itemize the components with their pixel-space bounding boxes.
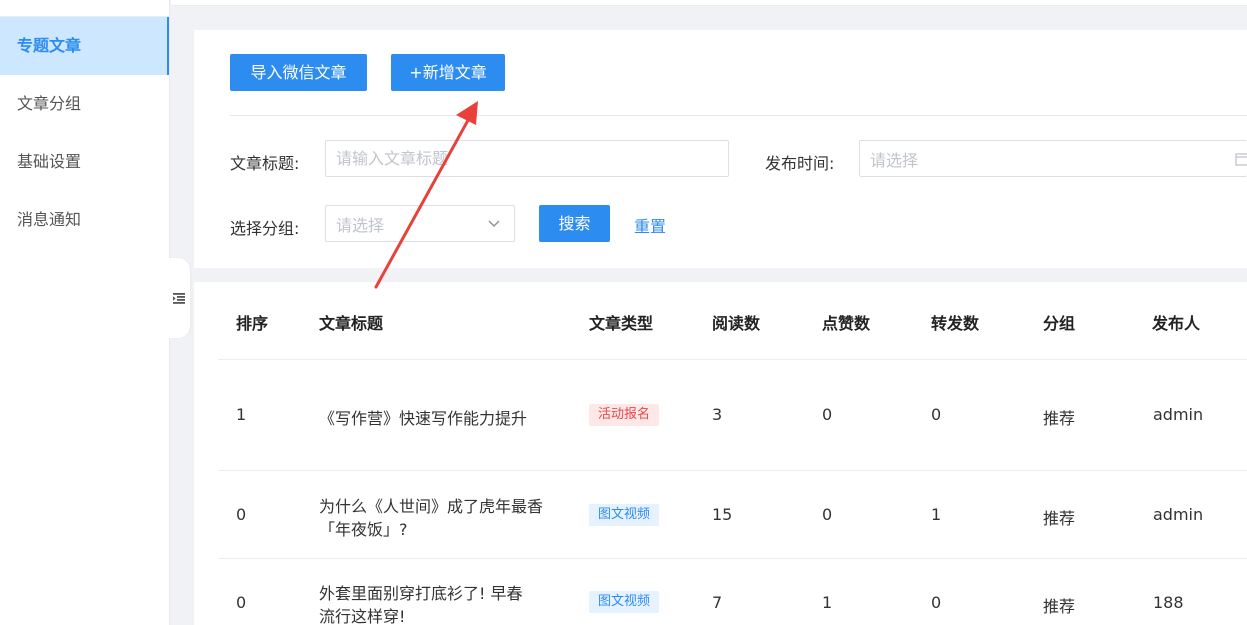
sidebar-item-basic-settings[interactable]: 基础设置 [0,133,169,191]
publish-time-picker[interactable]: 请选择 [859,140,1247,177]
cell-reads: 7 [712,593,723,612]
filter-card: 导入微信文章 +新增文章 文章标题: 发布时间: 请选择 选择分组: 请选择 搜… [194,30,1247,268]
table-row[interactable]: 0 为什么《人世间》成了虎年最香 「年夜饭」? 图文视频 15 0 1 推荐 a… [218,471,1247,559]
cell-shares: 1 [931,505,942,524]
article-title-label: 文章标题: [230,154,300,173]
cell-title-line-1[interactable]: 为什么《人世间》成了虎年最香 [319,493,543,517]
cell-group: 推荐 [1043,409,1076,428]
cell-group: 推荐 [1043,597,1076,616]
header-type: 文章类型 [589,314,654,333]
header-reads: 阅读数 [712,314,761,333]
sidebar-item-topic-articles[interactable]: 专题文章 [0,17,169,75]
sidebar-item-article-groups[interactable]: 文章分组 [0,75,169,133]
search-button[interactable]: 搜索 [539,205,610,242]
reset-link[interactable]: 重置 [634,213,666,237]
header-group: 分组 [1043,314,1076,333]
header-order: 排序 [236,314,269,333]
import-wechat-article-button[interactable]: 导入微信文章 [230,54,367,91]
sidebar-item-notifications[interactable]: 消息通知 [0,191,169,249]
cell-title[interactable]: 《写作营》快速写作能力提升 [319,405,527,429]
cell-shares: 0 [931,405,942,424]
cell-reads: 3 [712,405,723,424]
cell-publisher: admin [1153,505,1204,524]
type-tag: 活动报名 [589,404,660,426]
calendar-icon [1235,153,1247,166]
cell-order: 0 [236,505,247,524]
cell-publisher: admin [1153,405,1204,424]
header-likes: 点赞数 [822,314,871,333]
cell-order: 0 [236,593,247,612]
table-row[interactable]: 1 《写作营》快速写作能力提升 活动报名 3 0 0 推荐 admin [218,360,1247,471]
cell-likes: 0 [822,405,833,424]
type-tag: 图文视频 [589,504,660,526]
cell-shares: 0 [931,593,942,612]
sidebar-collapse-toggle[interactable] [168,258,190,338]
annotation-arrow-icon [374,101,478,289]
top-bar [171,0,1247,6]
cell-title-line-1[interactable]: 外套里面别穿打底衫了! 早春 [319,580,523,604]
header-publisher: 发布人 [1152,314,1201,333]
sidebar-header [0,0,169,17]
header-shares: 转发数 [931,314,980,333]
indent-icon [173,292,185,304]
sidebar: 专题文章 文章分组 基础设置 消息通知 [0,0,170,625]
cell-order: 1 [236,405,247,424]
table-row[interactable]: 0 外套里面别穿打底衫了! 早春 流行这样穿! 图文视频 7 1 0 推荐 18… [218,559,1247,625]
type-tag: 图文视频 [589,591,660,613]
cell-reads: 15 [712,505,733,524]
cell-title-line-2[interactable]: 「年夜饭」? [319,516,408,540]
select-group-label: 选择分组: [230,219,300,238]
cell-title-line-2[interactable]: 流行这样穿! [319,603,405,625]
publish-time-placeholder: 请选择 [870,150,919,170]
header-title: 文章标题 [319,314,384,333]
cell-likes: 1 [822,593,833,612]
cell-group: 推荐 [1043,509,1076,528]
cell-publisher: 188 [1153,593,1184,612]
article-table: 排序 文章标题 文章类型 阅读数 点赞数 转发数 分组 发布人 1 《写作营》快… [194,282,1247,625]
cell-likes: 0 [822,505,833,524]
publish-time-label: 发布时间: [765,154,835,173]
